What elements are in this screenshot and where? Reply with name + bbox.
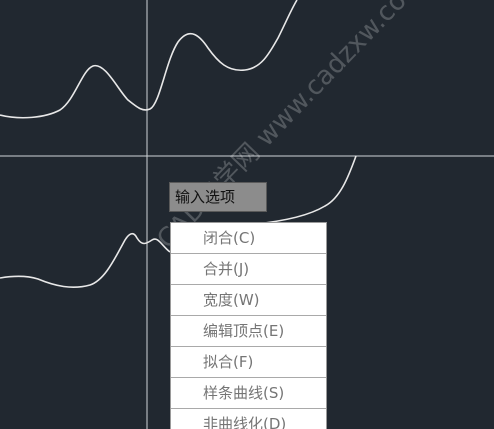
menu-item-edit-vertex[interactable]: 编辑顶点(E): [171, 316, 326, 347]
polyline-right-arc[interactable]: [254, 155, 357, 225]
menu-item-close[interactable]: 闭合(C): [171, 223, 326, 254]
input-options-tooltip: 输入选项: [169, 182, 267, 212]
menu-item-join[interactable]: 合并(J): [171, 254, 326, 285]
polyline-upper[interactable]: [0, 0, 298, 119]
drawing-canvas[interactable]: CAD自学网 www.cadzxw.com 输入选项 闭合(C) 合并(J) 宽…: [0, 0, 494, 429]
watermark-text: CAD自学网 www.cadzxw.com: [151, 0, 430, 255]
menu-item-spline[interactable]: 样条曲线(S): [171, 378, 326, 409]
polyline-edit-options-menu: 闭合(C) 合并(J) 宽度(W) 编辑顶点(E) 拟合(F) 样条曲线(S) …: [170, 222, 327, 429]
polyline-lower[interactable]: [0, 232, 171, 288]
menu-item-decurve[interactable]: 非曲线化(D): [171, 409, 326, 429]
menu-item-fit[interactable]: 拟合(F): [171, 347, 326, 378]
menu-item-width[interactable]: 宽度(W): [171, 285, 326, 316]
